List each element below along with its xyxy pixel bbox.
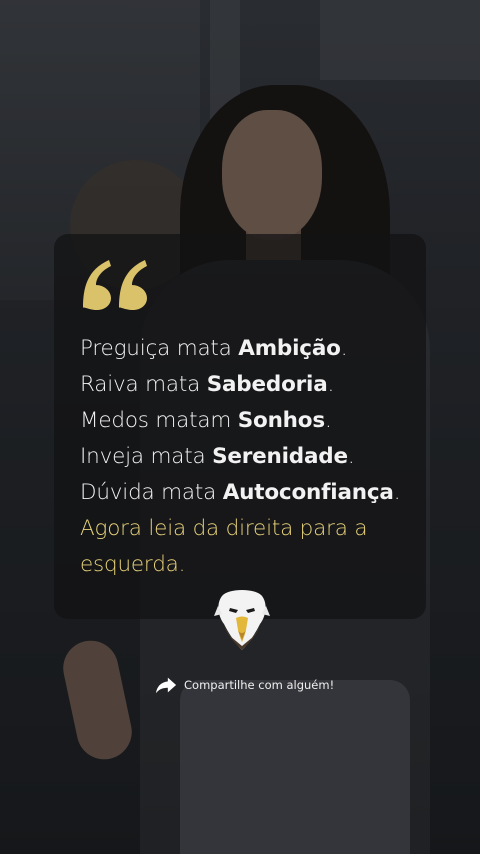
quote-line: Preguiça mata Ambição. (80, 336, 348, 361)
share-arrow-icon (155, 677, 177, 694)
quote-line: Dúvida mata Autoconfiança. (80, 480, 401, 505)
share-button[interactable]: Compartilhe com alguém! (155, 673, 334, 697)
quote-accent-line: Agora leia da direita para a esquerda. (80, 516, 368, 577)
quote-text: Preguiça mata Ambição. Raiva mata Sabedo… (80, 331, 420, 583)
share-label: Compartilhe com alguém! (184, 678, 335, 692)
quote-line: Inveja mata Serenidade. (80, 444, 355, 469)
quote-mark-icon (83, 260, 147, 310)
quote-line: Medos matam Sonhos. (80, 408, 332, 433)
eagle-logo-icon (214, 590, 270, 650)
quote-line: Raiva mata Sabedoria. (80, 372, 335, 397)
